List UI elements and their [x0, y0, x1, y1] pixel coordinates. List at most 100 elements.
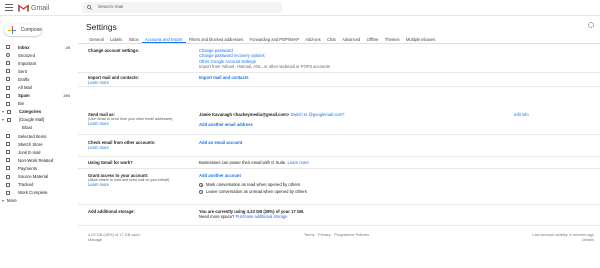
- label-icon: [6, 158, 10, 163]
- compose-plus-icon: [8, 26, 16, 34]
- footer-links[interactable]: Terms · Privacy · Programme Policies: [304, 232, 369, 237]
- learn-more-link[interactable]: Learn more: [88, 182, 198, 187]
- sidebar-item-bloat[interactable]: Bloat: [0, 124, 76, 132]
- tab-accounts-and-import[interactable]: Accounts and Import: [141, 36, 186, 43]
- row-value: You are currently using 4.23 GB (28%) of…: [199, 209, 589, 220]
- import-note: Import from Yahoo!, Hotmail, AOL, or oth…: [199, 64, 330, 70]
- sidebar-item-count: 293: [63, 93, 70, 99]
- sidebar-item-tracked[interactable]: Tracked: [0, 181, 76, 189]
- radio-button-selected[interactable]: [199, 183, 203, 188]
- search-icon[interactable]: [87, 5, 92, 10]
- search-input[interactable]: [98, 5, 258, 10]
- manage-storage-link[interactable]: Manage: [88, 237, 140, 242]
- main-menu-icon[interactable]: [5, 4, 13, 11]
- add-email-account-link[interactable]: Add an email account: [199, 140, 589, 145]
- learn-more-link[interactable]: Learn more: [88, 145, 198, 150]
- tab-themes[interactable]: Themes: [382, 36, 403, 43]
- sidebar-item-label: Bin: [18, 101, 25, 107]
- tab-offline[interactable]: Offline: [363, 36, 381, 43]
- tab-forwarding[interactable]: Forwarding and POP/IMAP: [246, 36, 302, 43]
- tab-general[interactable]: General: [86, 36, 107, 43]
- expand-arrow-icon[interactable]: [2, 118, 4, 121]
- sidebar-item-more[interactable]: More: [0, 197, 76, 205]
- logo-text: Gmail: [31, 4, 50, 12]
- label-icon: [6, 174, 10, 179]
- sidebar-item-snoozed[interactable]: Snoozed: [0, 51, 76, 59]
- draft-icon: [6, 77, 10, 82]
- label-icon: [6, 190, 10, 195]
- row-label-group: Check email from other accounts: Learn m…: [88, 140, 198, 150]
- row-using-gmail-for-work: Using Gmail for work? Businesses can pow…: [78, 158, 600, 169]
- gmail-logo[interactable]: Gmail: [18, 2, 49, 14]
- gsuite-learn-more-link[interactable]: Learn more: [287, 160, 308, 165]
- tab-advanced[interactable]: Advanced: [339, 36, 364, 43]
- sidebar-item-label: Snoozed: [18, 52, 35, 58]
- tab-labels[interactable]: Labels: [107, 36, 125, 43]
- sidebar-item-label: Important: [18, 60, 37, 66]
- sidebar-item-non-work-related[interactable]: Non-Work Related: [0, 156, 76, 164]
- purchase-storage-link[interactable]: Purchase additional storage: [236, 214, 288, 219]
- sidebar-item-junk-email[interactable]: Junk E-mail: [0, 148, 76, 156]
- sidebar-item-work-complete[interactable]: Work Complete: [0, 189, 76, 197]
- radio-leave-unread[interactable]: Leave conversation as unread when opened…: [199, 189, 589, 194]
- learn-more-link[interactable]: Learn more: [88, 80, 198, 85]
- row-value: Import mail and contacts: [199, 75, 589, 80]
- sidebar-item-google-mail[interactable]: [Google Mail]: [0, 116, 76, 124]
- tab-filters[interactable]: Filters and blocked addresses: [186, 36, 247, 43]
- details-link[interactable]: Details: [532, 237, 594, 242]
- sidebar-item-sketch-store[interactable]: Sketch Store: [0, 140, 76, 148]
- sidebar-item-source-material[interactable]: Source Material: [0, 173, 76, 181]
- sidebar-item-important[interactable]: Important: [0, 59, 76, 67]
- sidebar-item-label: Spam: [18, 93, 30, 99]
- sidebar-item-label: Categories: [19, 109, 42, 115]
- add-email-address-link[interactable]: Add another email address: [199, 122, 589, 127]
- sidebar-nav: Inbox 25 Snoozed Important Sent Drafts A…: [0, 43, 76, 205]
- label-icon: [6, 134, 10, 139]
- sidebar-item-count: 25: [65, 44, 70, 50]
- sender-address: Jamie Kavanagh <hackeymedia@gmail.com>: [199, 112, 290, 117]
- sidebar-item-selected-items[interactable]: Selected Items: [0, 132, 76, 140]
- tab-inbox[interactable]: Inbox: [125, 36, 141, 43]
- top-bar: Gmail: [0, 0, 600, 16]
- sidebar-item-label: [Google Mail]: [19, 117, 45, 123]
- spam-icon: [6, 93, 10, 98]
- sidebar-item-label: More: [7, 198, 17, 204]
- search-bar[interactable]: [82, 2, 282, 13]
- sidebar-item-bin[interactable]: Bin: [0, 100, 76, 108]
- settings-panel: Settings General Labels Inbox Accounts a…: [78, 16, 600, 268]
- sidebar-item-inbox[interactable]: Inbox 25: [0, 43, 76, 51]
- import-mail-link[interactable]: Import mail and contacts: [199, 75, 589, 80]
- radio-mark-read[interactable]: Mark conversation as read when opened by…: [199, 182, 589, 187]
- sidebar-item-label: Inbox: [18, 44, 30, 50]
- expand-arrow-icon[interactable]: [2, 110, 4, 113]
- switch-googlemail-link[interactable]: Switch to @googlemail.com?: [290, 112, 344, 117]
- radio-button[interactable]: [199, 190, 203, 195]
- label-icon: [6, 150, 10, 155]
- edit-info-link[interactable]: edit info: [514, 112, 529, 117]
- gear-icon[interactable]: [588, 22, 594, 28]
- sidebar-item-label: Tracked: [18, 182, 34, 188]
- sidebar-item-spam[interactable]: Spam 293: [0, 92, 76, 100]
- compose-button[interactable]: Compose: [4, 24, 42, 36]
- row-send-mail-as: Send mail as: (Use Gmail to send from yo…: [78, 110, 600, 135]
- compose-label: Compose: [20, 27, 42, 33]
- tab-chat[interactable]: Chat: [324, 36, 339, 43]
- gmail-m-icon: [18, 4, 29, 12]
- row-check-mail: Check email from other accounts: Learn m…: [78, 138, 600, 157]
- sidebar-item-all-mail[interactable]: All Mail: [0, 83, 76, 91]
- row-label: Change account settings:: [88, 48, 140, 53]
- chevron-down-icon: [2, 199, 4, 202]
- sidebar-item-payments[interactable]: Payments: [0, 164, 76, 172]
- row-import: Import mail and contacts: Learn more Imp…: [78, 73, 600, 87]
- settings-tabs: General Labels Inbox Accounts and Import…: [78, 36, 600, 44]
- sidebar-item-sent[interactable]: Sent: [0, 67, 76, 75]
- sidebar-item-categories[interactable]: Categories: [0, 108, 76, 116]
- learn-more-link[interactable]: Learn more: [88, 121, 198, 126]
- gsuite-text: Businesses can power their email with G …: [199, 160, 287, 165]
- add-another-account-link[interactable]: Add another account: [199, 173, 589, 178]
- sidebar-item-drafts[interactable]: Drafts: [0, 75, 76, 83]
- need-more-space-text: Need more space?: [199, 214, 235, 220]
- tab-add-ons[interactable]: Add-ons: [302, 36, 324, 43]
- tab-multiple-inboxes[interactable]: Multiple inboxes: [403, 36, 439, 43]
- row-grant-access: Grant access to your account: (Allow oth…: [78, 171, 600, 205]
